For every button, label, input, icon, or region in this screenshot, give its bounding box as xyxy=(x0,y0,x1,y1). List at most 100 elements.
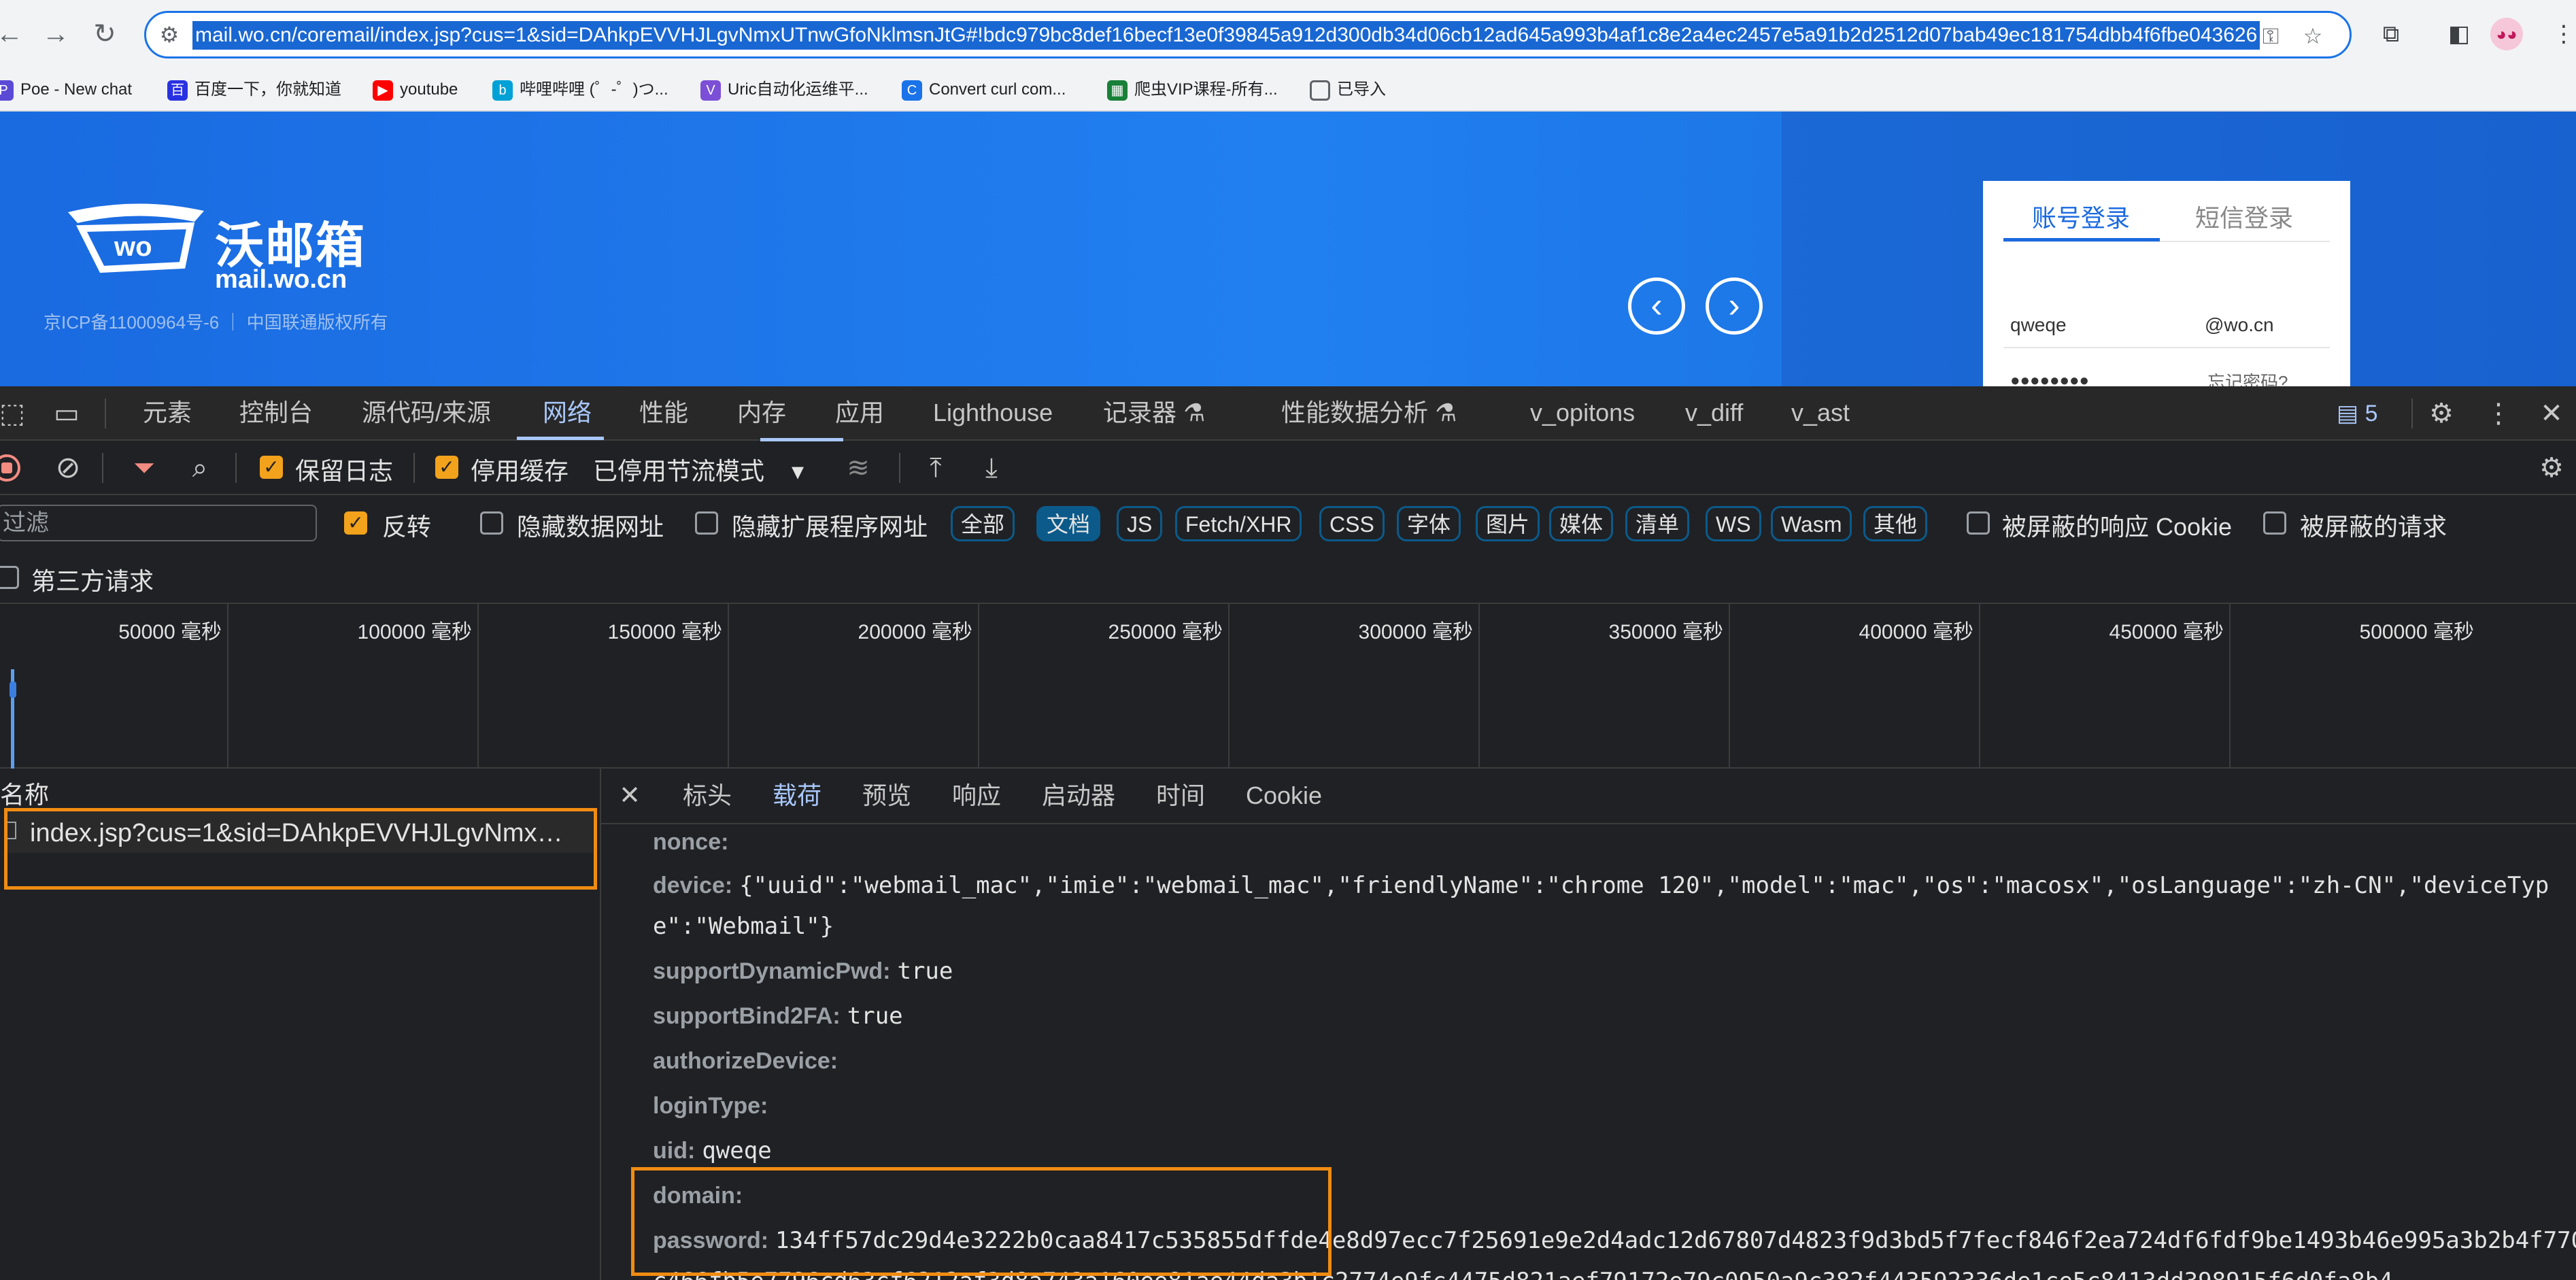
profile-avatar-icon[interactable]: ◕◕ xyxy=(2490,18,2523,50)
tab-preview[interactable]: 预览 xyxy=(862,769,911,823)
tab-performance-insights[interactable]: 性能数据分析 ⚗ xyxy=(1281,386,1457,439)
record-stop-icon[interactable] xyxy=(0,454,20,482)
tab-cookies[interactable]: Cookie xyxy=(1246,769,1322,823)
timeline-tick-label: 350000 毫秒 xyxy=(1608,621,1723,643)
tab-payload[interactable]: 载荷 xyxy=(773,769,821,823)
export-har-icon[interactable]: ⤓ xyxy=(974,450,1009,486)
tab-response[interactable]: 响应 xyxy=(952,769,1001,823)
tab-lighthouse[interactable]: Lighthouse xyxy=(933,386,1053,439)
type-chip-other[interactable]: 其他 xyxy=(1863,506,1928,541)
type-chip-wasm[interactable]: Wasm xyxy=(1771,506,1852,541)
throttle-select[interactable]: 已停用节流模式 ▾ xyxy=(593,452,804,487)
tab-timing[interactable]: 时间 xyxy=(1156,769,1205,823)
url-text[interactable]: mail.wo.cn/coremail/index.jsp?cus=1&sid=… xyxy=(192,21,2260,50)
type-chip-font[interactable]: 字体 xyxy=(1397,506,1461,541)
bookmark-folder-imported[interactable]: 已导入 xyxy=(1310,75,1386,105)
import-har-icon[interactable]: ⤒ xyxy=(918,450,953,486)
bookmark-star-icon[interactable]: ☆ xyxy=(2298,21,2328,51)
password-input[interactable]: ●●●●●●●● xyxy=(2010,371,2089,386)
invert-checkbox[interactable]: ✓ xyxy=(344,511,367,535)
network-settings-gear-icon[interactable]: ⚙ xyxy=(2534,450,2569,486)
timeline-tick-label: 450000 毫秒 xyxy=(2109,621,2224,643)
network-conditions-icon[interactable]: ≋ xyxy=(841,450,876,486)
clear-icon[interactable]: ⊘ xyxy=(50,450,86,486)
type-chip-media[interactable]: 媒体 xyxy=(1549,506,1614,541)
blocked-cookies-checkbox[interactable] xyxy=(1967,511,1990,535)
key-icon[interactable]: ⚿ xyxy=(2256,21,2286,51)
filter-funnel-icon[interactable]: ⏷ xyxy=(126,450,162,486)
type-chip-js[interactable]: JS xyxy=(1117,506,1163,541)
tab-network[interactable]: 网络 xyxy=(543,386,592,439)
hide-ext-urls-checkbox[interactable] xyxy=(695,511,718,535)
type-chip-css[interactable]: CSS xyxy=(1319,506,1385,541)
tab-v-ast[interactable]: v_ast xyxy=(1791,386,1850,439)
bookmarks-bar: P Poe - New chat 百百度一下，你就知道 ▶ youtube b 哔哩哔… xyxy=(0,68,2576,112)
timeline-tick-label: 400000 毫秒 xyxy=(1859,621,1973,643)
bookmark-youtube[interactable]: ▶ youtube xyxy=(373,75,458,105)
type-chip-all[interactable]: 全部 xyxy=(951,506,1015,541)
side-panel-icon[interactable]: ◧ xyxy=(2441,16,2477,52)
site-info-icon[interactable]: ⚙ xyxy=(154,20,184,50)
close-detail-icon[interactable]: ✕ xyxy=(612,778,647,813)
tab-elements[interactable]: 元素 xyxy=(143,386,192,439)
preserve-log-checkbox[interactable]: ✓ xyxy=(260,456,283,479)
type-chip-doc[interactable]: 文档 xyxy=(1036,506,1101,541)
device-toolbar-icon[interactable]: ▭ xyxy=(49,396,84,431)
tab-account-login[interactable]: 账号登录 xyxy=(2032,199,2130,234)
carousel-next-icon[interactable]: › xyxy=(1706,277,1763,335)
bookmark-baidu[interactable]: 百百度一下，你就知道 xyxy=(167,75,341,105)
type-chip-fetch-xhr[interactable]: Fetch/XHR xyxy=(1175,506,1302,541)
close-devtools-icon[interactable]: ✕ xyxy=(2534,396,2569,431)
timeline-gridline xyxy=(227,604,228,769)
tab-memory[interactable]: 内存 xyxy=(737,386,786,439)
bookmark-curl[interactable]: C Convert curl com... xyxy=(902,75,1066,105)
payload-row-device: device: {"uuid":"webmail_mac","imie":"web… xyxy=(653,872,2549,899)
tab-v-diff[interactable]: v_diff xyxy=(1685,386,1743,439)
tab-sources[interactable]: 源代码/来源 xyxy=(362,386,491,439)
login-card: 账号登录 短信登录 qweqe @wo.cn ●●●●●●●● 忘记密码? xyxy=(1983,181,2350,386)
bookmark-uric[interactable]: V Uric自动化运维平... xyxy=(700,75,868,105)
tab-initiator[interactable]: 启动器 xyxy=(1042,769,1115,823)
reload-icon[interactable]: ↻ xyxy=(86,15,124,53)
sheet-icon: ▦ xyxy=(1107,80,1128,101)
type-chip-manifest[interactable]: 清单 xyxy=(1625,506,1690,541)
timeline-tick-label: 300000 毫秒 xyxy=(1358,621,1473,643)
tab-headers[interactable]: 标头 xyxy=(683,769,732,823)
timeline-tick-label: 50000 毫秒 xyxy=(118,621,222,643)
bookmark-sheet[interactable]: ▦ 爬虫VIP课程-所有... xyxy=(1107,75,1278,105)
issues-badge[interactable]: ▤ 5 xyxy=(2337,400,2378,427)
tab-recorder[interactable]: 记录器 ⚗ xyxy=(1103,386,1205,439)
filter-row: 过滤 ✓ 反转 隐藏数据网址 隐藏扩展程序网址 全部 文档 JS Fetch/X… xyxy=(0,495,2576,550)
forgot-password-link[interactable]: 忘记密码? xyxy=(2207,369,2288,386)
address-bar[interactable]: ⚙ mail.wo.cn/coremail/index.jsp?cus=1&si… xyxy=(144,11,2352,58)
flask-icon: ⚗ xyxy=(1428,399,1457,426)
network-overview-timeline[interactable]: 50000 毫秒 100000 毫秒 150000 毫秒 200000 毫秒 2… xyxy=(0,604,2576,769)
extensions-icon[interactable]: ⧉ xyxy=(2373,16,2409,52)
carousel-prev-icon[interactable]: ‹ xyxy=(1628,277,1685,335)
tab-application[interactable]: 应用 xyxy=(835,386,884,439)
filter-input[interactable]: 过滤 xyxy=(0,505,317,541)
username-input[interactable]: qweqe xyxy=(2010,314,2067,336)
hide-data-urls-checkbox[interactable] xyxy=(480,511,503,535)
type-chip-ws[interactable]: WS xyxy=(1706,506,1761,541)
blocked-requests-checkbox[interactable] xyxy=(2263,511,2286,535)
back-arrow-icon[interactable]: ← xyxy=(0,15,29,53)
tab-console[interactable]: 控制台 xyxy=(239,386,313,439)
inspect-element-icon[interactable]: ⬚ xyxy=(0,396,30,431)
settings-gear-icon[interactable]: ⚙ xyxy=(2424,396,2459,431)
type-chip-img[interactable]: 图片 xyxy=(1476,506,1540,541)
tab-v-opitons[interactable]: v_opitons xyxy=(1530,386,1635,439)
tab-sms-login[interactable]: 短信登录 xyxy=(2195,199,2293,234)
name-column-header[interactable]: 名称 xyxy=(0,775,49,811)
divider xyxy=(102,453,103,483)
forward-arrow-icon[interactable]: → xyxy=(37,15,75,53)
menu-dots-icon[interactable]: ⋮ xyxy=(2546,16,2576,52)
more-options-icon[interactable]: ⋮ xyxy=(2481,396,2516,431)
third-party-checkbox[interactable] xyxy=(0,566,19,589)
search-icon[interactable]: ⌕ xyxy=(182,450,218,486)
disable-cache-checkbox[interactable]: ✓ xyxy=(435,456,458,479)
bookmark-bilibili[interactable]: b 哔哩哔哩 (゜-゜)つ... xyxy=(492,75,668,105)
payload-row-support-bind2fa: supportBind2FA: true xyxy=(653,1003,903,1030)
tab-performance[interactable]: 性能 xyxy=(639,386,688,439)
bookmark-poe[interactable]: P Poe - New chat xyxy=(0,75,132,105)
